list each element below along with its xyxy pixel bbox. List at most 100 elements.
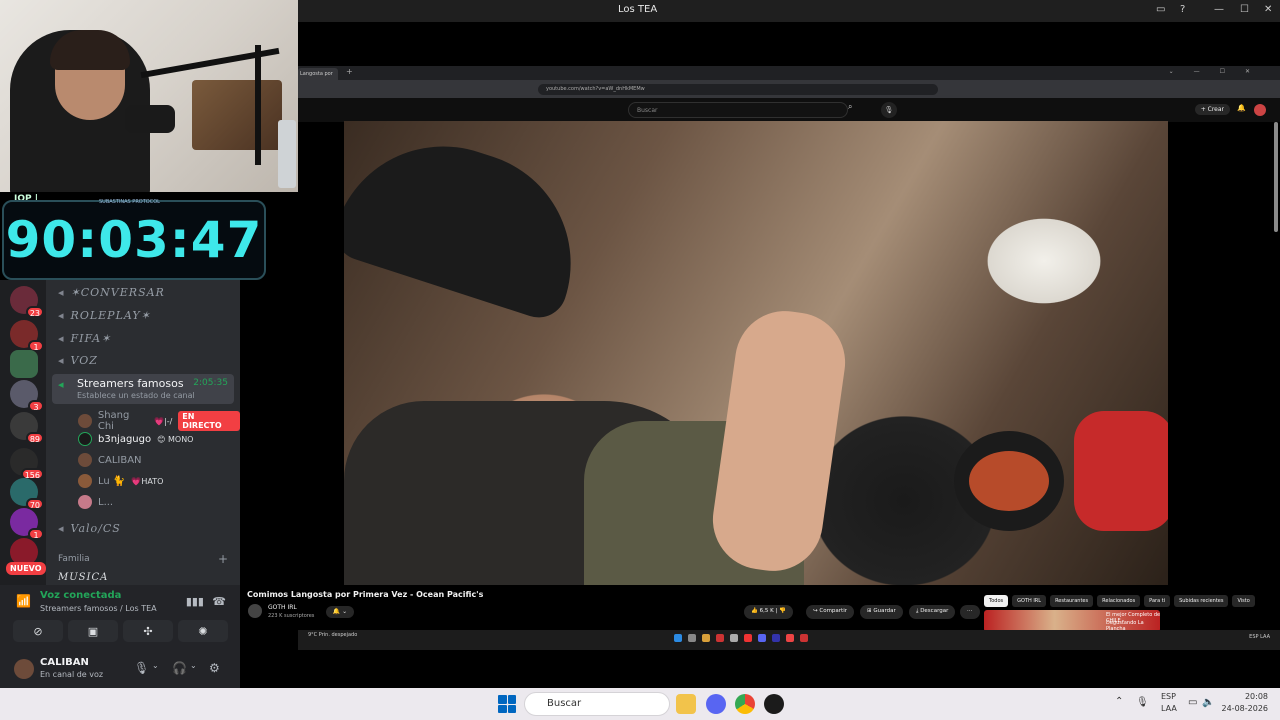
app-icon[interactable] <box>744 634 752 642</box>
chip-restaurantes[interactable]: Restaurantes <box>1050 595 1094 607</box>
channel-name[interactable]: GOTH IRL <box>268 604 297 611</box>
camera-off-button[interactable]: ⊘ <box>13 620 63 642</box>
taskbar-search-input[interactable]: Buscar <box>524 692 670 716</box>
maximize-icon[interactable]: ☐ <box>1240 4 1249 15</box>
microphone <box>125 105 175 133</box>
server-icon[interactable]: 1 <box>10 320 44 352</box>
mic-icon[interactable]: 🎙 <box>1136 697 1149 708</box>
search-icon[interactable]: ⌕ <box>848 102 868 118</box>
language-indicator[interactable]: ESP <box>1161 692 1176 701</box>
help-icon[interactable]: ? <box>1180 4 1185 15</box>
folder-icon[interactable] <box>702 634 710 642</box>
server-icon[interactable]: 23 <box>10 286 44 318</box>
minimize-icon[interactable]: — <box>1214 4 1224 15</box>
obs-icon[interactable] <box>764 694 784 714</box>
chevron-up-icon[interactable]: ⌃ <box>1115 696 1123 707</box>
youtube-search-input[interactable]: Buscar <box>628 102 848 118</box>
screen-share-button[interactable]: ▣ <box>68 620 118 642</box>
start-button[interactable] <box>498 695 516 713</box>
disconnect-icon[interactable]: ☎ <box>212 595 226 608</box>
volume-icon[interactable]: 🔈 <box>1202 697 1214 708</box>
file-explorer-icon[interactable] <box>676 694 696 714</box>
voice-channel-status[interactable]: Establece un estado de canal <box>77 391 195 400</box>
soundboard-button[interactable]: ✺ <box>178 620 228 642</box>
create-button[interactable]: + Crear <box>1194 104 1230 115</box>
voice-connected-label: Voz conectada <box>40 590 122 601</box>
download-button[interactable]: ⤓ Descargar <box>909 605 956 619</box>
signal-icon[interactable]: 📶 <box>16 594 31 608</box>
keyboard-layout[interactable]: LAA <box>1161 704 1177 713</box>
channel-conversar[interactable]: ◂ ✶CONVERSAR <box>58 286 165 299</box>
server-icon[interactable] <box>10 350 38 378</box>
chip-para-ti[interactable]: Para ti <box>1144 595 1171 607</box>
channel-musica[interactable]: MUSICA <box>58 572 108 583</box>
app-icon[interactable] <box>786 634 794 642</box>
mic-icon[interactable]: 🎙 <box>134 661 149 675</box>
voice-channel-streamers[interactable]: ◂ Streamers famosos 2:05:35 Establece un… <box>52 374 234 404</box>
discord-icon[interactable] <box>758 634 766 642</box>
chevron-down-icon[interactable]: ⌄ <box>190 661 197 670</box>
page-scrollbar[interactable] <box>1274 122 1278 232</box>
voice-location[interactable]: Streamers famosos / Los TEA <box>40 604 157 613</box>
server-icon[interactable]: 3 <box>10 380 44 412</box>
search-icon[interactable] <box>688 634 696 642</box>
chip-todos[interactable]: Todos <box>984 595 1009 607</box>
chevron-down-icon[interactable]: ⌄ <box>152 661 159 670</box>
server-icon[interactable]: 156 <box>10 448 44 480</box>
discord-icon[interactable] <box>706 694 726 714</box>
chip-visto[interactable]: Visto <box>1232 595 1255 607</box>
chip-goth-irl[interactable]: GOTH IRL <box>1012 595 1047 607</box>
voice-member[interactable]: L... <box>78 495 113 509</box>
more-actions-button[interactable]: ⋯ <box>960 605 980 619</box>
app-icon[interactable] <box>800 634 808 642</box>
recommended-video[interactable]: El mejor Completo de CHILE - Degustando … <box>984 610 1164 632</box>
channel-avatar[interactable] <box>248 604 262 618</box>
server-icon[interactable]: 1 <box>10 508 44 540</box>
url-field[interactable]: youtube.com/watch?v=aW_dnHkMEMw <box>538 84 938 95</box>
settings-icon[interactable]: ⚙ <box>209 661 220 675</box>
picture-in-picture-icon[interactable]: ▭ <box>1156 4 1165 15</box>
avatar[interactable] <box>1254 104 1266 116</box>
app-icon[interactable] <box>772 634 780 642</box>
chip-relacionados[interactable]: Relacionados <box>1097 595 1141 607</box>
app-icon[interactable] <box>730 634 738 642</box>
chrome-icon[interactable] <box>735 694 755 714</box>
video-player[interactable] <box>344 121 1168 585</box>
channel-roleplay[interactable]: ◂ ROLEPLAY✶ <box>58 309 151 322</box>
channel-voz[interactable]: ◂ VOZ <box>58 354 98 367</box>
bell-icon[interactable]: 🔔 <box>1237 104 1246 112</box>
activities-button[interactable]: ✣ <box>123 620 173 642</box>
clock-date[interactable]: 24-08-2026 <box>1216 704 1269 713</box>
like-button[interactable]: 👍 6,5 K | 👎 <box>744 605 793 619</box>
channel-fifa[interactable]: ◂ FIFA✶ <box>58 332 111 345</box>
voice-channel-icon: ◂ <box>58 309 65 322</box>
add-channel-icon[interactable]: + <box>218 552 228 566</box>
voice-member[interactable]: Lu 🐈 💗HATO <box>78 474 163 488</box>
server-icon[interactable]: 70 <box>10 478 44 510</box>
subscribed-bell-button[interactable]: 🔔 ⌄ <box>326 606 354 618</box>
voice-member[interactable]: CALIBAN <box>78 453 142 467</box>
voice-member[interactable]: b3njagugo 😊 MONO <box>78 432 193 446</box>
close-icon[interactable]: ✕ <box>1264 4 1272 15</box>
category-familia[interactable]: Familia <box>58 554 90 564</box>
chip-subidas-recientes[interactable]: Subidas recientes <box>1174 595 1229 607</box>
network-icon[interactable]: ▭ <box>1188 697 1197 708</box>
drink-can <box>278 120 296 188</box>
start-icon[interactable] <box>674 634 682 642</box>
voice-search-icon[interactable]: 🎙 <box>881 102 897 118</box>
app-icon[interactable] <box>716 634 724 642</box>
save-button[interactable]: ⊞ Guardar <box>860 605 903 619</box>
voice-member[interactable]: Shang Chi 💗|-/ EN DIRECTO <box>78 410 240 432</box>
avatar[interactable] <box>14 659 34 679</box>
clock-time[interactable]: 20:08 <box>1226 692 1268 701</box>
channel-valo[interactable]: ◂ Valo/CS <box>58 522 121 535</box>
browser-window-controls[interactable]: ⌄—☐✕ <box>1169 68 1270 75</box>
noise-suppression-icon[interactable]: ▮▮▮ <box>186 595 204 608</box>
weather-widget[interactable]: 9°C Prin. despejado <box>298 632 357 638</box>
new-tab-icon[interactable]: + <box>346 67 353 76</box>
headphones-icon[interactable]: 🎧 <box>172 661 187 675</box>
share-button[interactable]: ↪ Compartir <box>806 605 854 619</box>
browser-tab[interactable]: Langosta por <box>298 68 338 80</box>
server-icon[interactable]: 89 <box>10 412 44 444</box>
server-rail: 23 1 3 89 156 70 1 NUEVO <box>0 280 46 585</box>
